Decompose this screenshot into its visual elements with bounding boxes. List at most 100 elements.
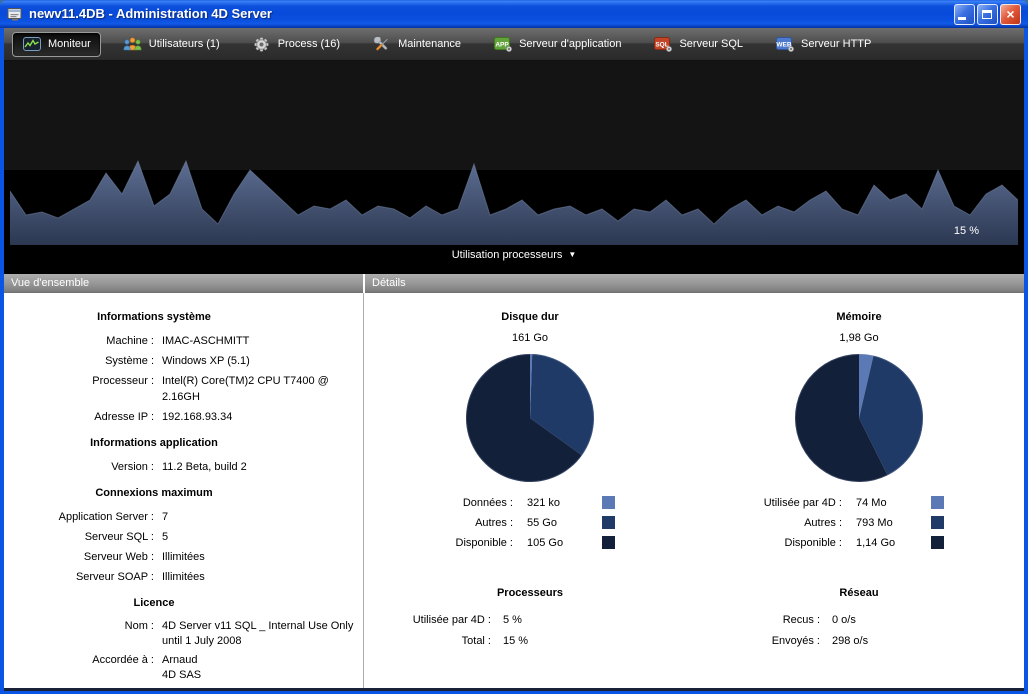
toolbar-item-label: Serveur SQL (679, 38, 743, 50)
minimize-icon (958, 17, 966, 20)
info-value: Windows XP (5.1) (162, 353, 363, 369)
info-value: 11.2 Beta, build 2 (162, 459, 363, 475)
maximize-button[interactable] (977, 4, 998, 25)
titlebar[interactable]: newv11.4DB - Administration 4D Server × (0, 0, 1028, 28)
legend-row: Disponible :1,14 Go (694, 533, 1024, 553)
info-label: Machine : (4, 333, 154, 349)
info-row: Système : Windows XP (5.1) (4, 351, 363, 371)
section-title: Connexions maximum (4, 483, 304, 503)
info-row: Processeur :Intel(R) Core(TM)2 CPU T7400… (4, 371, 363, 407)
toolbar-item-label: Serveur HTTP (801, 38, 871, 50)
details-column-disk: Disque dur161 GoDonnées :321 koAutres :5… (365, 293, 695, 688)
info-row: Machine : IMAC-ASCHMITT (4, 331, 363, 351)
info-value-line: Windows XP (5.1) (162, 353, 363, 369)
info-value-line: 5 (162, 529, 363, 545)
details-panel: Disque dur161 GoDonnées :321 koAutres :5… (364, 293, 1024, 688)
info-value-line: 192.168.93.34 (162, 409, 363, 425)
m-moire-pie-chart (794, 353, 924, 483)
info-value-line: 4D SAS (162, 668, 363, 683)
pie-title: Mémoire (694, 307, 1024, 327)
section-title: Licence (4, 593, 304, 613)
stats-rows: Utilisée par 4D :5 %Total :15 % (365, 610, 695, 652)
overview-header: Vue d'ensemble (4, 274, 363, 293)
legend-swatch (931, 496, 944, 509)
legend-label: Autres : (694, 513, 842, 533)
toolbar-item-serveur-http[interactable]: WEB Serveur HTTP (765, 32, 881, 57)
info-value: IMAC-ASCHMITT (162, 333, 363, 349)
tools-icon (372, 37, 392, 52)
toolbar-item-moniteur[interactable]: Moniteur (12, 32, 101, 57)
info-value: 7 (162, 509, 363, 525)
main-content: Informations systèmeMachine :IMAC-ASCHMI… (4, 293, 1024, 688)
stats-rows: Recus :0 o/sEnvoyés :298 o/s (694, 610, 1024, 652)
close-button[interactable]: × (1000, 4, 1021, 25)
info-value-line: 11.2 Beta, build 2 (162, 459, 363, 475)
toolbar-item-utilisateurs-1[interactable]: Utilisateurs (1) (113, 32, 230, 57)
info-value: Illimitées (162, 549, 363, 565)
toolbar-item-process-16[interactable]: Process (16) (242, 32, 350, 57)
app-icon (7, 6, 23, 22)
info-value-line: 4D Server v11 SQL _ Internal Use Only (162, 619, 363, 634)
minimize-button[interactable] (954, 4, 975, 25)
legend-row: Disponible :105 Go (365, 533, 695, 553)
info-value-line: IMAC-ASCHMITT (162, 333, 363, 349)
stat-value: 5 % (503, 610, 695, 631)
stats-title: Processeurs (365, 583, 695, 603)
pie-title: Disque dur (365, 307, 695, 327)
toolbar-item-label: Serveur d'application (519, 38, 621, 50)
legend-row: Utilisée par 4D :74 Mo (694, 493, 1024, 513)
toolbar-item-label: Utilisateurs (1) (149, 38, 220, 50)
toolbar-item-label: Maintenance (398, 38, 461, 50)
toolbar-item-serveur-sql[interactable]: SQLServeur SQL (643, 32, 753, 57)
toolbar: Moniteur Utilisateurs (1) Process (16) Main… (4, 28, 1024, 61)
toolbar-item-maintenance[interactable]: Maintenance (362, 32, 471, 57)
chevron-down-icon: ▼ (568, 250, 576, 259)
legend-swatch (602, 496, 615, 509)
info-label: Adresse IP : (4, 409, 154, 425)
app-server-icon: APP (493, 37, 513, 52)
info-row: Version :11.2 Beta, build 2 (4, 457, 363, 477)
info-value-line: Illimitées (162, 569, 363, 585)
maximize-icon (982, 10, 992, 19)
stat-value: 0 o/s (832, 610, 1024, 631)
info-label: Système : (4, 353, 154, 369)
info-row: Application Server : 7 (4, 507, 363, 527)
details-column-memory: Mémoire1,98 Go Utilisée par 4D :74 MoAutr… (694, 293, 1024, 688)
monitor-chart-icon (22, 37, 42, 52)
toolbar-item-serveur-d-application[interactable]: APP Serveur d'application (483, 32, 631, 57)
toolbar-item-label: Moniteur (48, 38, 91, 50)
close-icon: × (1001, 5, 1020, 24)
info-row: Serveur SQL :5 (4, 527, 363, 547)
info-row: Serveur SOAP : Illimitées (4, 567, 363, 587)
legend-label: Utilisée par 4D : (694, 493, 842, 513)
info-label: Application Server : (4, 509, 154, 525)
users-icon (123, 37, 143, 52)
info-label: Accordée à : (4, 653, 154, 683)
legend-label: Disponible : (365, 533, 513, 553)
chart-metric-label: Utilisation processeurs (452, 249, 563, 261)
legend-label: Disponible : (694, 533, 842, 553)
chart-metric-selector[interactable]: Utilisation processeurs ▼ (4, 247, 1024, 263)
section-title: Informations application (4, 433, 304, 453)
pie-legend: Utilisée par 4D :74 MoAutres :793 MoDisp… (694, 493, 1024, 553)
panel-headers: Vue d'ensemble Détails (4, 274, 1024, 293)
stat-row: Total :15 % (365, 631, 695, 652)
pie-legend: Données :321 koAutres :55 GoDisponible :… (365, 493, 695, 553)
info-value: Illimitées (162, 569, 363, 585)
bottom-strip (4, 688, 1024, 691)
info-label: Serveur SOAP : (4, 569, 154, 585)
info-value: Arnaud4D SAS (162, 653, 363, 683)
legend-swatch (931, 516, 944, 529)
stat-label: Recus : (694, 610, 820, 631)
pie-total: 1,98 Go (694, 328, 1024, 348)
info-row: Adresse IP : 192.168.93.34 (4, 407, 363, 427)
info-label: Nom : (4, 619, 154, 649)
stat-row: Recus : 0 o/s (694, 610, 1024, 631)
info-row: Serveur Web :Illimitées (4, 547, 363, 567)
info-value: Intel(R) Core(TM)2 CPU T7400 @ 2.16GH (162, 373, 363, 405)
info-row: Accordée à : Arnaud4D SAS (4, 651, 363, 685)
gear-icon (252, 37, 272, 52)
legend-row: Autres :793 Mo (694, 513, 1024, 533)
legend-label: Autres : (365, 513, 513, 533)
web-server-icon: WEB (775, 37, 795, 52)
